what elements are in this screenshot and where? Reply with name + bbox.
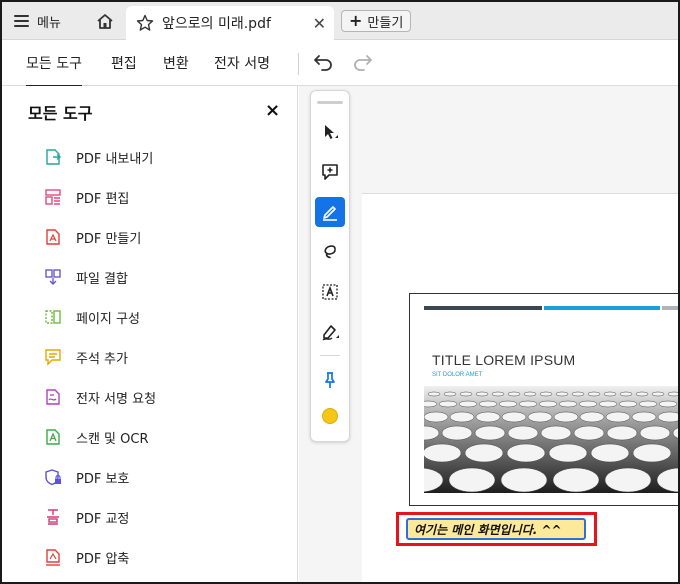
undo-icon[interactable] (312, 52, 334, 76)
combine-files-icon (44, 268, 62, 286)
slide-accent-bar (424, 306, 542, 310)
highlighter-icon (323, 206, 337, 221)
add-comment-button[interactable] (315, 157, 345, 187)
tool-combine-files[interactable]: 파일 결합 (44, 264, 128, 290)
slide-accent-bar (544, 306, 660, 310)
text-box-button[interactable] (315, 277, 345, 307)
slide-subtitle: SIT DOLOR AMET (432, 372, 483, 378)
redo-icon[interactable] (352, 52, 374, 76)
menu-button[interactable]: 메뉴 (14, 10, 61, 32)
slide-accent-bar (662, 306, 678, 310)
edit-pdf-icon (44, 188, 62, 206)
hamburger-icon (14, 15, 29, 27)
select-tool-button[interactable] (315, 117, 345, 147)
sticky-note[interactable]: 여기는 메인 화면입니다. ^^ (406, 518, 586, 540)
main-toolbar: 모든 도구 편집 변환 전자 서명 (2, 40, 678, 88)
tab-bar: 메뉴 앞으로의 미래.pdf ✕ + 만들기 (2, 2, 678, 40)
tool-compress-pdf[interactable]: PDF 압축 (44, 544, 129, 570)
text-box-icon (322, 284, 338, 300)
close-tab-icon[interactable]: ✕ (313, 14, 326, 33)
tool-redact-pdf[interactable]: PDF 교정 (44, 504, 129, 530)
app-window: 메뉴 앞으로의 미래.pdf ✕ + 만들기 모든 도구 편집 변환 전자 서명 (0, 0, 680, 584)
tool-request-signature[interactable]: 전자 서명 요청 (44, 384, 156, 410)
sign-tool-button[interactable] (315, 317, 345, 347)
request-signature-icon (44, 388, 62, 406)
export-pdf-icon (44, 148, 62, 166)
tool-edit-pdf[interactable]: PDF 편집 (44, 184, 129, 210)
create-pdf-icon (44, 228, 62, 246)
tool-protect-pdf[interactable]: PDF 보호 (44, 464, 129, 490)
pin-toolbar-button[interactable] (315, 365, 345, 395)
document-tab[interactable]: 앞으로의 미래.pdf ✕ (126, 6, 334, 40)
tool-label: PDF 편집 (76, 191, 130, 207)
lasso-icon (324, 245, 336, 259)
pin-icon (325, 372, 335, 388)
tool-organize-pages[interactable]: 페이지 구성 (44, 304, 140, 330)
tool-label: PDF 보호 (76, 471, 130, 487)
new-document-button[interactable]: + 만들기 (341, 10, 412, 32)
tool-label: 페이지 구성 (76, 311, 140, 327)
organize-pages-icon (44, 308, 62, 326)
tool-label: PDF 압축 (76, 551, 130, 567)
home-button[interactable] (92, 10, 118, 32)
panel-title: 모든 도구 (28, 104, 93, 123)
note-text: 여기는 메인 화면입니다. ^^ (414, 522, 562, 537)
tool-label: PDF 내보내기 (76, 151, 154, 167)
compress-pdf-icon (44, 548, 62, 566)
tab-edit[interactable]: 편집 (111, 53, 137, 73)
tool-scan-ocr[interactable]: 스캔 및 OCR (44, 424, 149, 450)
tool-export-pdf[interactable]: PDF 내보내기 (44, 144, 153, 170)
tab-convert[interactable]: 변환 (163, 53, 189, 73)
new-button-label: 만들기 (367, 15, 404, 31)
slide-photo (424, 386, 678, 493)
highlight-tool-button[interactable] (315, 197, 345, 227)
comment-icon (44, 348, 62, 366)
pen-sign-icon (322, 325, 339, 341)
quick-tools-strip (310, 90, 350, 442)
comment-plus-icon (322, 164, 338, 180)
slide-title: TITLE LOREM IPSUM (432, 352, 576, 368)
redact-pdf-icon (44, 508, 62, 526)
color-swatch-icon (322, 408, 338, 424)
tool-label: 스캔 및 OCR (76, 431, 149, 447)
color-picker-button[interactable] (315, 401, 345, 431)
tool-label: 전자 서명 요청 (76, 391, 157, 407)
home-icon (97, 13, 113, 29)
tab-title: 앞으로의 미래.pdf (162, 16, 271, 32)
tool-add-comment[interactable]: 주석 추가 (44, 344, 128, 370)
tab-e-sign[interactable]: 전자 서명 (214, 53, 270, 73)
cursor-icon (325, 125, 338, 139)
tool-label: PDF 만들기 (76, 231, 142, 247)
strip-divider (320, 355, 340, 356)
protect-pdf-icon (44, 468, 62, 486)
tool-label: PDF 교정 (76, 511, 130, 527)
toolbar-divider (298, 53, 299, 75)
tool-create-pdf[interactable]: PDF 만들기 (44, 224, 141, 250)
drag-handle[interactable] (317, 101, 343, 104)
star-icon[interactable] (136, 14, 154, 32)
plus-icon: + (349, 11, 363, 30)
all-tools-panel: 모든 도구 × PDF 내보내기 PDF 편집 PDF 만들기 파일 결합 페이… (2, 86, 298, 582)
draw-tool-button[interactable] (315, 237, 345, 267)
tab-all-tools[interactable]: 모든 도구 (26, 53, 82, 88)
tool-label: 파일 결합 (76, 271, 128, 287)
scan-ocr-icon (44, 428, 62, 446)
slide-thumbnail: TITLE LOREM IPSUM SIT DOLOR AMET (409, 293, 678, 506)
highlight-frame: 여기는 메인 화면입니다. ^^ (396, 512, 597, 546)
tool-label: 주석 추가 (76, 351, 128, 367)
menu-label: 메뉴 (37, 15, 61, 31)
close-panel-icon[interactable]: × (265, 100, 280, 121)
